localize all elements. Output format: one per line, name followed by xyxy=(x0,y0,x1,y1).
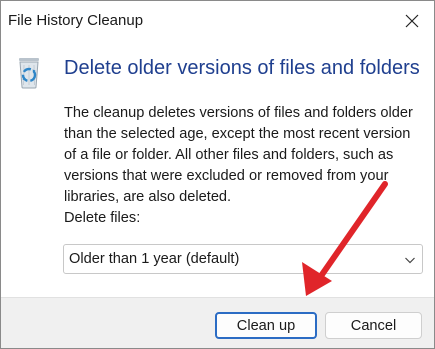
clean-up-button[interactable]: Clean up xyxy=(215,312,317,339)
dialog-content: Delete older versions of files and folde… xyxy=(1,41,434,297)
window-title: File History Cleanup xyxy=(8,12,144,29)
dialog-heading: Delete older versions of files and folde… xyxy=(64,57,420,79)
delete-files-label: Delete files: xyxy=(64,210,141,226)
dialog-footer: Clean up Cancel xyxy=(1,297,434,348)
close-icon xyxy=(405,14,419,28)
recycle-bin-icon xyxy=(19,58,39,89)
title-bar: File History Cleanup xyxy=(1,1,434,41)
file-history-cleanup-dialog: File History Cleanup Delete older versio… xyxy=(0,0,435,349)
chevron-down-icon xyxy=(405,257,415,264)
close-button[interactable] xyxy=(390,1,434,41)
cleanup-description: The cleanup deletes versions of files an… xyxy=(64,105,413,205)
age-select-value: Older than 1 year (default) xyxy=(69,251,240,267)
age-select[interactable]: Older than 1 year (default) xyxy=(63,244,423,274)
cancel-button[interactable]: Cancel xyxy=(325,312,422,339)
